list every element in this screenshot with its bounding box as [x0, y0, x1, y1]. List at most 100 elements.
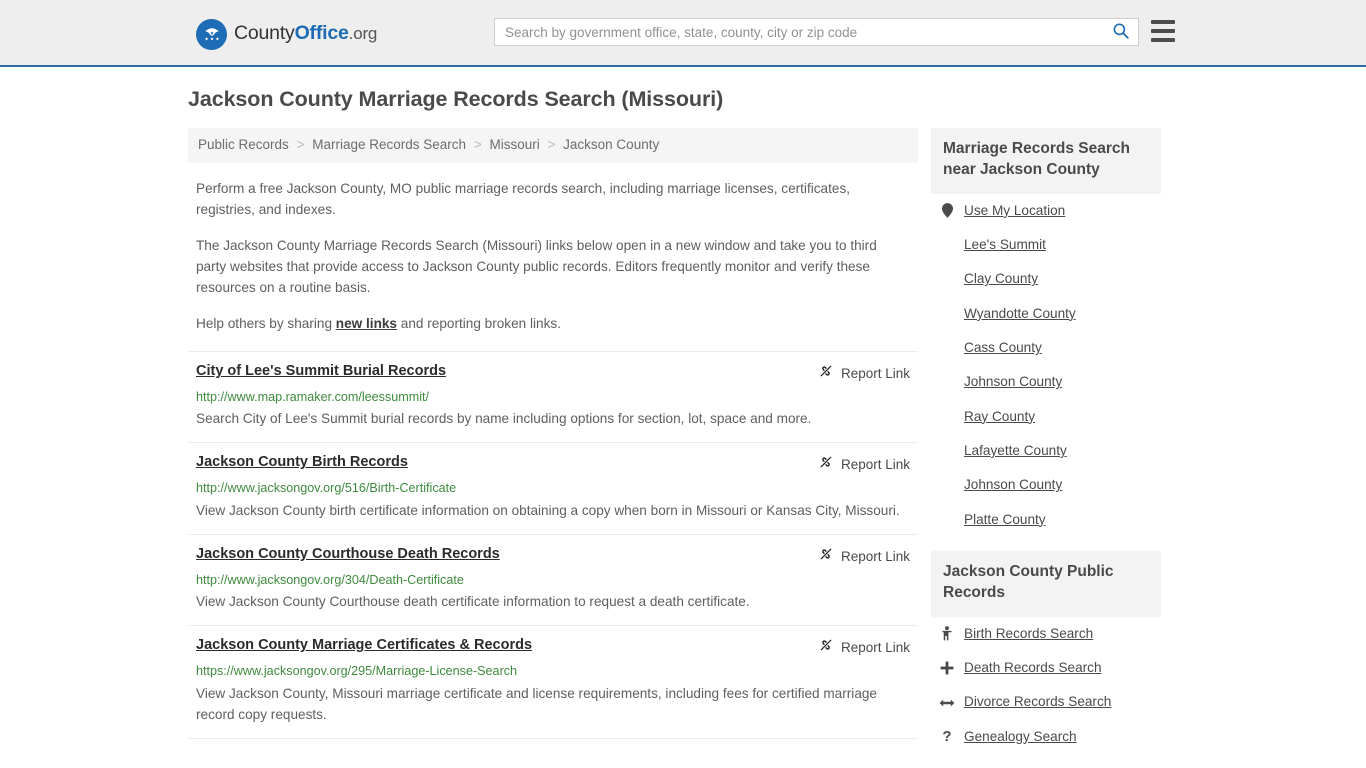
site-logo-text: CountyOffice.org	[234, 24, 377, 44]
sidebar-link-label[interactable]: Platte County	[964, 512, 1046, 528]
cross-icon	[939, 661, 955, 675]
question-mark-icon: ?	[939, 729, 955, 744]
sidebar-item-death-records-search[interactable]: Death Records Search	[931, 651, 1161, 685]
sidebar: Marriage Records Search near Jackson Cou…	[931, 127, 1161, 754]
result-title-link[interactable]: Jackson County Marriage Certificates & R…	[196, 636, 532, 654]
sidebar-link-label[interactable]: Death Records Search	[964, 660, 1102, 676]
sidebar-link-label[interactable]: Johnson County	[964, 374, 1062, 390]
broken-link-icon	[818, 454, 834, 475]
result-description: View Jackson County, Missouri marriage c…	[196, 685, 877, 722]
result-description: View Jackson County birth certificate in…	[196, 502, 900, 518]
search-input[interactable]	[495, 19, 1104, 45]
sidebar-item-johnson-county[interactable]: Johnson County	[931, 365, 1161, 399]
broken-link-icon	[818, 546, 834, 567]
sidebar-link-label[interactable]: Cass County	[964, 340, 1042, 356]
result-description: Search City of Lee's Summit burial recor…	[196, 411, 812, 427]
sidebar-item-wyandotte-county[interactable]: Wyandotte County	[931, 297, 1161, 331]
share-links-paragraph: Help others by sharing new links and rep…	[188, 314, 918, 335]
sidebar-public-records-title: Jackson County Public Records	[931, 550, 1161, 617]
broken-link-icon	[818, 637, 834, 658]
intro-paragraph-2: The Jackson County Marriage Records Sear…	[196, 238, 877, 295]
result-header: Jackson County Courthouse Death Records …	[196, 545, 910, 567]
breadcrumb: Public Records > Marriage Records Search…	[188, 127, 918, 164]
baby-icon	[939, 626, 955, 641]
search-button[interactable]	[1104, 19, 1138, 45]
share-prefix-text: Help others by sharing	[196, 316, 336, 332]
sidebar-section-gap	[931, 537, 1161, 551]
breadcrumb-item-missouri[interactable]: Missouri	[489, 137, 539, 152]
sidebar-link-label[interactable]: Divorce Records Search	[964, 694, 1111, 710]
result-title-link[interactable]: Jackson County Courthouse Death Records	[196, 545, 500, 563]
sidebar-item-johnson-county-2[interactable]: Johnson County	[931, 468, 1161, 502]
sidebar-nearby-title: Marriage Records Search near Jackson Cou…	[931, 127, 1161, 194]
result-item-divider	[188, 737, 918, 740]
breadcrumb-item-public-records[interactable]: Public Records	[198, 137, 289, 152]
page-title: Jackson County Marriage Records Search (…	[188, 87, 724, 111]
question-mark-glyph: ?	[942, 728, 952, 746]
left-right-arrow-icon	[939, 697, 955, 709]
report-link-label: Report Link	[840, 640, 910, 656]
broken-link-icon	[818, 363, 834, 384]
county-office-emblem-icon	[196, 18, 227, 50]
logo-text-county: County	[234, 22, 295, 45]
hamburger-menu-button[interactable]	[1151, 20, 1175, 42]
result-url: http://www.map.ramaker.com/leessummit/	[196, 390, 430, 405]
breadcrumb-separator: >	[296, 136, 305, 152]
result-item: Jackson County Marriage Certificates & R…	[188, 625, 918, 737]
sidebar-link-label[interactable]: Birth Records Search	[964, 626, 1093, 642]
columns: Public Records > Marriage Records Search…	[188, 127, 1178, 754]
result-url: http://www.jacksongov.org/304/Death-Cert…	[196, 572, 464, 587]
report-link-button[interactable]: Report Link	[818, 362, 910, 384]
report-link-label: Report Link	[840, 366, 910, 382]
sidebar-item-genealogy-search[interactable]: ? Genealogy Search	[931, 720, 1161, 754]
sidebar-link-label[interactable]: Lafayette County	[964, 443, 1067, 459]
sidebar-public-records-list: Birth Records Search Death Records Searc…	[931, 617, 1161, 754]
report-link-button[interactable]: Report Link	[818, 636, 910, 658]
search-bar[interactable]	[494, 18, 1139, 46]
sidebar-link-label[interactable]: Ray County	[964, 409, 1035, 425]
share-suffix-text: and reporting broken links.	[397, 316, 561, 332]
sidebar-item-divorce-records-search[interactable]: Divorce Records Search	[931, 685, 1161, 719]
sidebar-item-ray-county[interactable]: Ray County	[931, 400, 1161, 434]
sidebar-use-my-location-label[interactable]: Use My Location	[964, 203, 1065, 219]
hamburger-menu-icon-bar	[1151, 20, 1175, 24]
site-logo[interactable]: CountyOffice.org	[196, 18, 377, 50]
sidebar-link-label[interactable]: Johnson County	[964, 477, 1062, 493]
breadcrumb-separator: >	[473, 136, 482, 152]
header-inner: CountyOffice.org	[0, 0, 1366, 65]
sidebar-link-label[interactable]: Genealogy Search	[964, 729, 1077, 745]
breadcrumb-item-jackson-county[interactable]: Jackson County	[563, 137, 659, 152]
result-title-link[interactable]: City of Lee's Summit Burial Records	[196, 362, 446, 380]
sidebar-nearby-list: Use My Location Lee's Summit Clay County…	[931, 194, 1161, 537]
page-body: Jackson County Marriage Records Search (…	[0, 67, 1366, 754]
result-header: Jackson County Marriage Certificates & R…	[196, 636, 910, 658]
sidebar-link-label[interactable]: Wyandotte County	[964, 306, 1076, 322]
result-item: Jackson County Courthouse Death Records …	[188, 533, 918, 625]
logo-text-org: .org	[348, 24, 378, 44]
sidebar-link-label[interactable]: Lee's Summit	[964, 237, 1046, 253]
hamburger-menu-icon-bar	[1151, 38, 1175, 42]
sidebar-item-platte-county[interactable]: Platte County	[931, 503, 1161, 537]
result-description: View Jackson County Courthouse death cer…	[196, 594, 750, 610]
report-link-label: Report Link	[840, 457, 910, 473]
site-header: CountyOffice.org	[0, 0, 1366, 67]
sidebar-item-use-my-location[interactable]: Use My Location	[931, 194, 1161, 228]
sidebar-item-birth-records-search[interactable]: Birth Records Search	[931, 617, 1161, 651]
sidebar-item-lafayette-county[interactable]: Lafayette County	[931, 434, 1161, 468]
sidebar-item-cass-county[interactable]: Cass County	[931, 331, 1161, 365]
breadcrumb-separator: >	[547, 136, 556, 152]
breadcrumb-item-marriage-records-search[interactable]: Marriage Records Search	[312, 137, 466, 152]
report-link-button[interactable]: Report Link	[818, 453, 910, 475]
result-title-link[interactable]: Jackson County Birth Records	[196, 453, 408, 471]
search-icon	[1112, 22, 1130, 43]
report-link-button[interactable]: Report Link	[818, 545, 910, 567]
result-item: City of Lee's Summit Burial Records Repo…	[188, 351, 918, 442]
new-links-link[interactable]: new links	[336, 316, 397, 331]
sidebar-link-label[interactable]: Clay County	[964, 271, 1038, 287]
sidebar-item-clay-county[interactable]: Clay County	[931, 262, 1161, 296]
result-url: https://www.jacksongov.org/295/Marriage-…	[196, 664, 518, 679]
sidebar-item-lees-summit[interactable]: Lee's Summit	[931, 228, 1161, 262]
map-pin-icon	[939, 203, 955, 219]
result-url: http://www.jacksongov.org/516/Birth-Cert…	[196, 481, 457, 496]
result-header: City of Lee's Summit Burial Records Repo…	[196, 362, 910, 384]
